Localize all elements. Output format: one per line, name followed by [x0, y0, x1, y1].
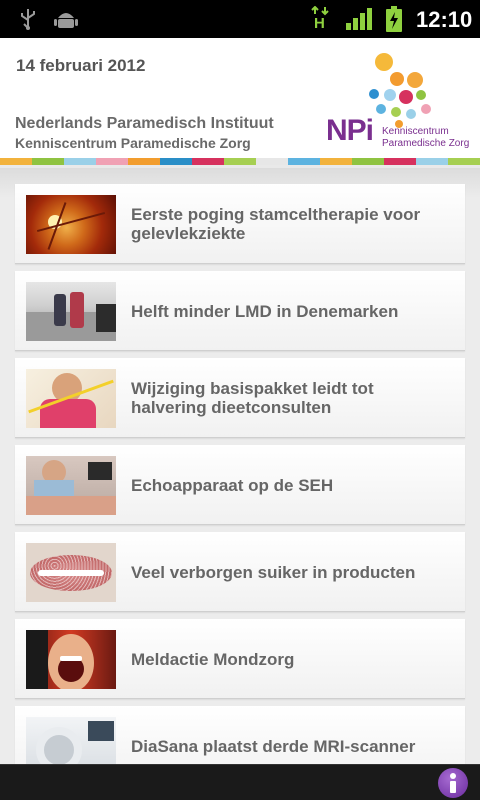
android-debug-icon — [54, 13, 78, 28]
info-icon-dot — [450, 773, 456, 779]
stripe-segment — [352, 158, 384, 165]
news-item[interactable]: Eerste poging stamceltherapie voor gelev… — [15, 184, 465, 264]
news-thumbnail — [26, 456, 116, 515]
battery-charging-icon — [386, 6, 402, 32]
news-title: DiaSana plaatst derde MRI-scanner — [131, 736, 416, 756]
logo-letters: NPi — [326, 114, 374, 147]
organization-name: Nederlands Paramedisch Instituut — [15, 115, 274, 132]
data-indicator-label: H — [314, 15, 325, 32]
news-thumbnail — [26, 282, 116, 341]
news-title: Wijziging basispakket leidt tot halverin… — [131, 379, 374, 417]
status-time: 12:10 — [416, 7, 473, 32]
news-item[interactable]: Veel verborgen suiker in producten — [15, 532, 465, 612]
stripe-segment — [192, 158, 224, 165]
stripe-segment — [288, 158, 320, 165]
npi-logo: NPi Kenniscentrum Paramedische Zorg — [324, 52, 474, 152]
news-thumbnail — [26, 369, 116, 428]
logo-line2: Paramedische Zorg — [382, 138, 470, 149]
usb-icon — [21, 9, 35, 30]
news-item[interactable]: Wijziging basispakket leidt tot halverin… — [15, 358, 465, 438]
organization-subtitle: Kenniscentrum Paramedische Zorg — [15, 135, 251, 151]
news-list[interactable]: Eerste poging stamceltherapie voor gelev… — [0, 168, 480, 764]
news-thumbnail — [26, 543, 116, 602]
news-thumbnail — [26, 630, 116, 689]
news-thumbnail — [26, 195, 116, 254]
stripe-segment — [256, 158, 288, 165]
news-title: Meldactie Mondzorg — [131, 649, 295, 669]
stripe-segment — [448, 158, 480, 165]
info-icon[interactable] — [438, 768, 468, 798]
news-title: Echoapparaat op de SEH — [131, 475, 334, 495]
stripe-segment — [320, 158, 352, 165]
stripe-segment — [64, 158, 96, 165]
signal-strength-icon — [346, 8, 372, 30]
app-header: 14 februari 2012 Nederlands Paramedisch … — [0, 38, 480, 162]
header-date: 14 februari 2012 — [16, 56, 146, 75]
logo-line1: Kenniscentrum — [382, 126, 449, 137]
news-title: Helft minder LMD in Denemarken — [131, 301, 399, 321]
stripe-segment — [128, 158, 160, 165]
stripe-segment — [160, 158, 192, 165]
news-item[interactable]: Echoapparaat op de SEH — [15, 445, 465, 525]
news-item[interactable]: Meldactie Mondzorg — [15, 619, 465, 699]
stripe-segment — [96, 158, 128, 165]
news-item[interactable]: Helft minder LMD in Denemarken — [15, 271, 465, 351]
header-color-stripe — [0, 158, 480, 165]
news-item[interactable]: DiaSana plaatst derde MRI-scanner — [15, 706, 465, 764]
stripe-segment — [416, 158, 448, 165]
stripe-segment — [224, 158, 256, 165]
news-thumbnail — [26, 717, 116, 764]
stripe-segment — [32, 158, 64, 165]
bottom-bar — [0, 764, 480, 800]
info-icon-bar — [450, 781, 456, 793]
hspa-data-icon: H — [310, 5, 330, 32]
stripe-segment — [0, 158, 32, 165]
stripe-segment — [384, 158, 416, 165]
news-title: Eerste poging stamceltherapie voor gelev… — [131, 205, 421, 243]
news-title: Veel verborgen suiker in producten — [131, 562, 416, 582]
status-bar: H 12:10 — [0, 0, 480, 38]
